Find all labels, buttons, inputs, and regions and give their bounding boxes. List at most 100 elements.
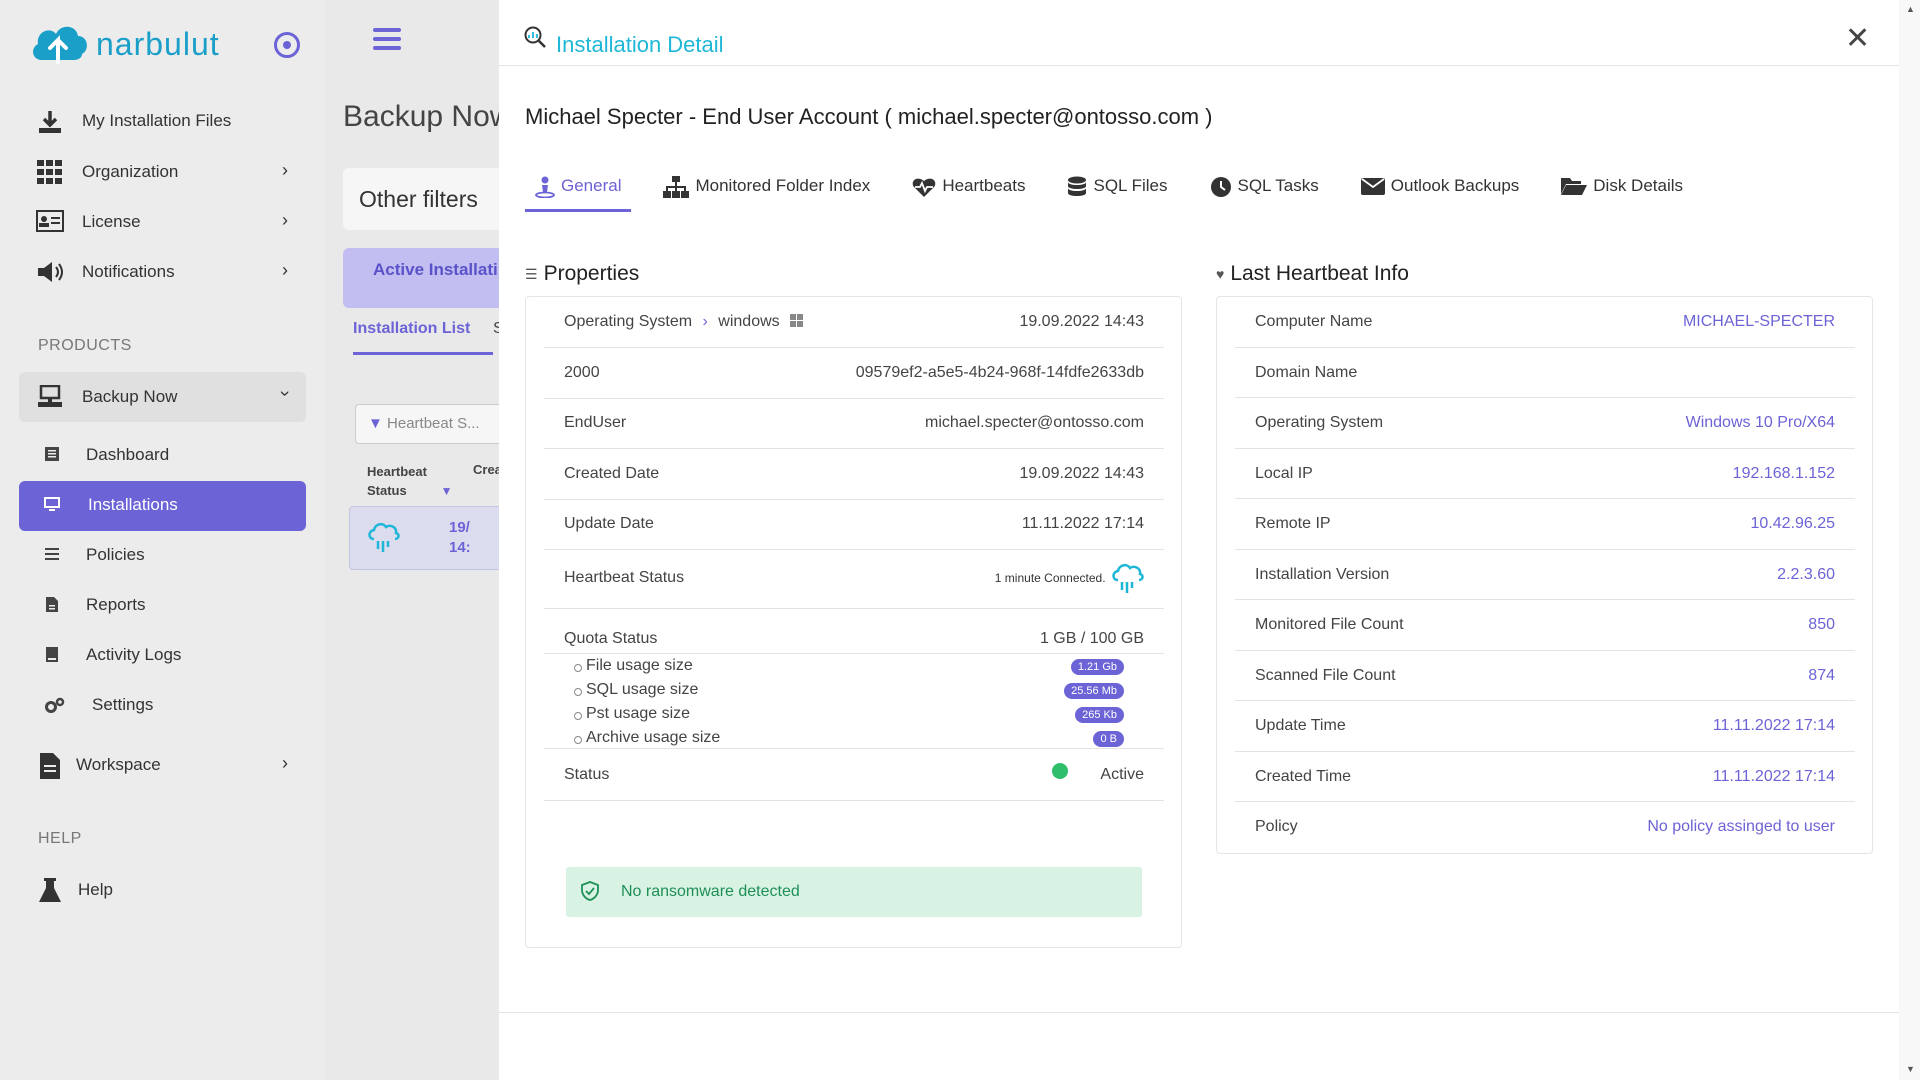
tab-heartbeats[interactable]: Heartbeats bbox=[902, 174, 1035, 212]
property-row-created-date: Created Date 19.09.2022 14:43 bbox=[544, 449, 1164, 500]
property-row-quota-status: Quota Status 1 GB / 100 GB File usage si… bbox=[544, 609, 1164, 749]
row-created-date: 19/ 14: bbox=[449, 519, 471, 556]
chevron-right-icon: › bbox=[702, 313, 708, 330]
scrollbar[interactable] bbox=[1899, 0, 1920, 1080]
account-title: Michael Specter - End User Account ( mic… bbox=[525, 104, 1213, 129]
book-icon bbox=[44, 647, 60, 663]
tab-monitored-folder-index[interactable]: Monitored Folder Index bbox=[653, 174, 880, 212]
property-row-status: Status Active bbox=[544, 749, 1164, 801]
chevron-down-icon[interactable]: › bbox=[275, 391, 296, 397]
database-icon bbox=[1067, 176, 1087, 202]
magnify-chart-icon bbox=[524, 26, 546, 48]
sidebar-item-workspace[interactable]: Workspace bbox=[36, 750, 161, 780]
modal-title: Installation Detail bbox=[556, 32, 724, 57]
heartbeat-card: Computer Name MICHAEL-SPECTER Domain Nam… bbox=[1216, 296, 1873, 854]
envelope-icon bbox=[1360, 176, 1385, 200]
modal-footer-divider bbox=[499, 1012, 1899, 1013]
tab-general[interactable]: General bbox=[525, 174, 632, 212]
heartbeat-row: Policy No policy assinged to user bbox=[1255, 818, 1835, 835]
narbulut-logo[interactable]: narbulut bbox=[28, 16, 220, 72]
property-row-update-date: Update Date 11.11.2022 17:14 bbox=[544, 500, 1164, 550]
usage-badge: 1.21 Gb bbox=[1070, 659, 1124, 675]
table-row[interactable] bbox=[349, 506, 519, 570]
sidebar-item-label: My Installation Files bbox=[82, 111, 232, 130]
sidebar-item-installations[interactable]: Installations bbox=[44, 495, 178, 515]
help-section-label: HELP bbox=[38, 830, 82, 847]
tab-installation-list[interactable]: Installation List bbox=[353, 320, 493, 355]
scroll-down-icon[interactable]: ▼ bbox=[1906, 1064, 1915, 1074]
shield-check-icon bbox=[581, 881, 599, 901]
heartbeat-row: Installation Version 2.2.3.60 bbox=[1235, 550, 1855, 600]
heartbeat-section-title: ♥ Last Heartbeat Info bbox=[1216, 262, 1409, 285]
chevron-right-icon[interactable]: › bbox=[282, 753, 288, 774]
heartbeat-row: Local IP 192.168.1.152 bbox=[1235, 449, 1855, 499]
heart-pulse-icon bbox=[912, 176, 936, 202]
property-row-heartbeat-status: Heartbeat Status 1 minute Connected. bbox=[544, 550, 1164, 609]
modal-header: Installation Detail ✕ bbox=[499, 0, 1899, 66]
sidebar-item-policies[interactable]: Policies bbox=[44, 545, 145, 565]
network-icon bbox=[36, 384, 64, 409]
cloud-logo-icon bbox=[33, 26, 87, 64]
sidebar-item-reports[interactable]: Reports bbox=[44, 595, 146, 615]
grid-icon bbox=[36, 160, 64, 184]
chevron-right-icon[interactable]: › bbox=[282, 210, 288, 231]
id-card-icon bbox=[36, 210, 64, 234]
sidebar-item-label: Notifications bbox=[82, 262, 175, 281]
hamburger-menu-icon[interactable] bbox=[373, 28, 401, 50]
chevron-right-icon[interactable]: › bbox=[282, 260, 288, 281]
logo-text: narbulut bbox=[96, 25, 220, 62]
usage-badge: 265 Kb bbox=[1075, 707, 1124, 723]
tab-sql-files[interactable]: SQL Files bbox=[1057, 174, 1177, 212]
sort-down-icon[interactable]: ▼ bbox=[441, 484, 453, 498]
heartbeat-row: Computer Name MICHAEL-SPECTER bbox=[1235, 297, 1855, 348]
sidebar-item-dashboard[interactable]: Dashboard bbox=[44, 445, 169, 465]
products-section-label: PRODUCTS bbox=[38, 337, 132, 354]
page-title: Backup Now bbox=[343, 100, 512, 133]
usage-badge: 0 B bbox=[1093, 731, 1124, 747]
lines-icon bbox=[44, 547, 60, 563]
status-indicator-icon bbox=[1052, 763, 1068, 779]
sidebar-item-my-installation-files[interactable]: My Installation Files bbox=[36, 106, 231, 136]
tab-outlook-backups[interactable]: Outlook Backups bbox=[1351, 174, 1530, 212]
heartbeat-filter-select[interactable]: ▼ Heartbeat S... bbox=[355, 404, 515, 444]
sidebar-item-settings[interactable]: Settings bbox=[44, 695, 153, 715]
list-icon bbox=[44, 447, 60, 463]
property-row-enduser: EndUser michael.specter@ontosso.com bbox=[544, 399, 1164, 449]
column-header-heartbeat[interactable]: Heartbeat Status ▼ bbox=[367, 462, 453, 501]
list-item: File usage size 1.21 Gb bbox=[564, 657, 1144, 681]
column-header-created[interactable]: Crea bbox=[473, 462, 502, 477]
quota-list: File usage size 1.21 Gb SQL usage size 2… bbox=[564, 657, 1144, 753]
sidebar-item-label: Organization bbox=[82, 162, 179, 181]
file-icon bbox=[44, 597, 60, 613]
filter-icon: ▼ bbox=[368, 415, 383, 432]
windows-icon bbox=[790, 314, 804, 327]
sidebar-item-notifications[interactable]: Notifications bbox=[36, 257, 175, 287]
sidebar-item-organization[interactable]: Organization bbox=[36, 157, 178, 187]
heartbeat-row: Domain Name bbox=[1235, 348, 1855, 398]
monitor-icon bbox=[44, 497, 60, 513]
detail-tabs: General Monitored Folder Index Heartbeat… bbox=[525, 174, 1715, 212]
heartbeat-row: Created Time 11.11.2022 17:14 bbox=[1235, 752, 1855, 802]
target-icon[interactable] bbox=[274, 32, 300, 58]
heart-icon: ♥ bbox=[1216, 266, 1225, 282]
sidebar-item-help[interactable]: Help bbox=[36, 875, 113, 905]
close-icon[interactable]: ✕ bbox=[1845, 24, 1870, 54]
flask-icon bbox=[36, 878, 64, 902]
sidebar-item-activity-logs[interactable]: Activity Logs bbox=[44, 645, 181, 665]
gears-icon bbox=[44, 697, 66, 713]
document-icon bbox=[36, 753, 64, 779]
property-row-id: 2000 09579ef2-a5e5-4b24-968f-14fdfe2633d… bbox=[544, 348, 1164, 399]
ransomware-status-banner: No ransomware detected bbox=[566, 867, 1142, 917]
cloud-rain-icon bbox=[368, 522, 400, 552]
list-item: Pst usage size 265 Kb bbox=[564, 705, 1144, 729]
tab-sql-tasks[interactable]: SQL Tasks bbox=[1200, 174, 1329, 212]
usage-badge: 25.56 Mb bbox=[1064, 683, 1124, 699]
scroll-up-icon[interactable]: ▲ bbox=[1906, 4, 1915, 14]
tab-disk-details[interactable]: Disk Details bbox=[1551, 174, 1693, 212]
cloud-rain-icon bbox=[1112, 563, 1144, 593]
chevron-right-icon[interactable]: › bbox=[282, 160, 288, 181]
list-item: SQL usage size 25.56 Mb bbox=[564, 681, 1144, 705]
installation-detail-modal: Installation Detail ✕ Michael Specter - … bbox=[499, 0, 1899, 1080]
heartbeat-row: Scanned File Count 874 bbox=[1235, 651, 1855, 701]
sidebar-item-license[interactable]: License bbox=[36, 207, 141, 237]
